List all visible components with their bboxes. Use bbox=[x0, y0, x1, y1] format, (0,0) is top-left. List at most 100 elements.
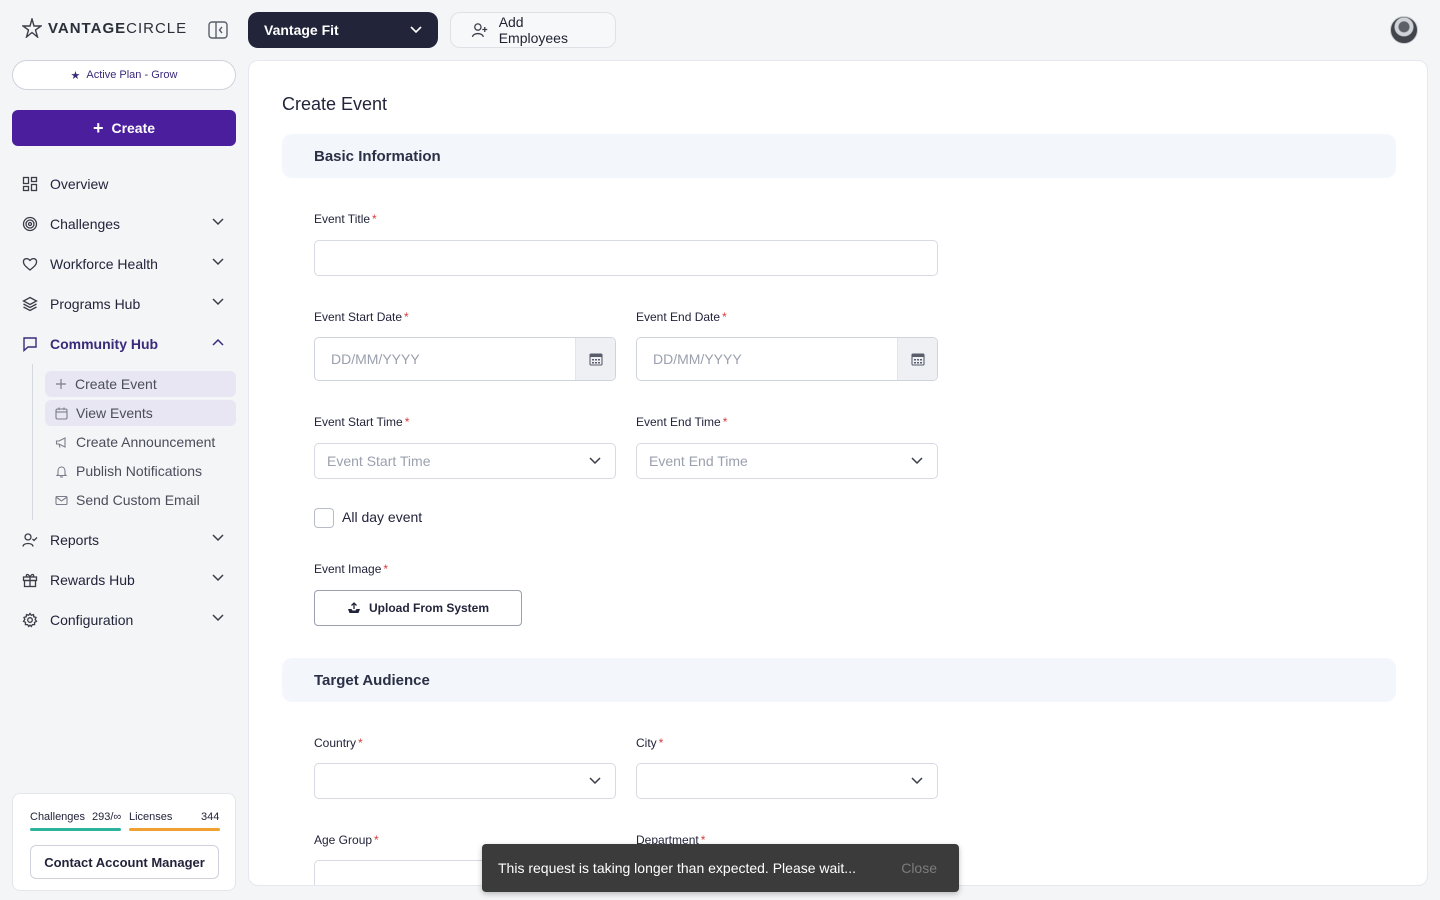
city-label: City * bbox=[636, 736, 664, 750]
start-date-placeholder: DD/MM/YYYY bbox=[331, 351, 420, 367]
event-end-time-label: Event End Time * bbox=[636, 415, 728, 429]
challenges-value: 293/∞ bbox=[92, 811, 122, 823]
calendar-icon[interactable] bbox=[897, 338, 937, 380]
submenu-label: Create Announcement bbox=[76, 434, 216, 450]
submenu-label: Publish Notifications bbox=[76, 463, 203, 479]
upload-from-system-button[interactable]: Upload From System bbox=[314, 590, 522, 626]
chevron-down-icon bbox=[212, 218, 224, 226]
sidebar-item-rewards-hub[interactable]: Rewards Hub bbox=[12, 560, 236, 600]
brand-logo[interactable]: VANTAGECIRCLE bbox=[22, 18, 187, 38]
country-label: Country * bbox=[314, 736, 363, 750]
upload-label: Upload From System bbox=[368, 601, 490, 615]
country-select[interactable] bbox=[314, 763, 616, 799]
bell-icon bbox=[55, 465, 68, 478]
create-button[interactable]: + Create bbox=[12, 110, 236, 146]
sidebar-item-overview[interactable]: Overview bbox=[12, 164, 236, 204]
heart-icon bbox=[22, 258, 38, 271]
challenges-label: Challenges bbox=[30, 811, 86, 823]
all-day-label: All day event bbox=[342, 509, 423, 525]
chevron-down-icon bbox=[589, 777, 601, 785]
chevron-down-icon bbox=[589, 457, 601, 465]
event-end-date-input[interactable]: DD/MM/YYYY bbox=[636, 337, 938, 381]
community-hub-submenu: Create Event View Events Create Announce… bbox=[32, 364, 236, 520]
chat-icon bbox=[23, 337, 37, 352]
event-title-input[interactable] bbox=[314, 240, 938, 276]
plus-icon: + bbox=[92, 118, 104, 138]
plus-icon bbox=[56, 379, 66, 389]
submenu-label: Create Event bbox=[75, 376, 157, 392]
age-group-label: Age Group * bbox=[314, 833, 379, 847]
licenses-label: Licenses bbox=[129, 811, 173, 823]
event-start-time-label: Event Start Time * bbox=[314, 415, 410, 429]
active-plan-badge[interactable]: ★ Active Plan - Grow bbox=[12, 60, 236, 90]
sidebar-item-label: Programs Hub bbox=[50, 296, 141, 312]
event-start-date-input[interactable]: DD/MM/YYYY bbox=[314, 337, 616, 381]
sidebar-item-label: Reports bbox=[50, 532, 100, 548]
product-switcher-label: Vantage Fit bbox=[264, 22, 339, 38]
calendar-icon bbox=[55, 407, 68, 420]
sidebar-item-label: Rewards Hub bbox=[50, 572, 135, 588]
gear-icon bbox=[22, 612, 38, 628]
event-start-time-select[interactable]: Event Start Time bbox=[314, 443, 616, 479]
target-icon bbox=[22, 216, 38, 232]
event-image-label: Event Image * bbox=[314, 562, 389, 576]
sidebar-item-community-hub[interactable]: Community Hub bbox=[12, 324, 236, 364]
submenu-publish-notifications[interactable]: Publish Notifications bbox=[45, 458, 236, 484]
page-title: Create Event bbox=[282, 94, 388, 114]
toast-message: This request is taking longer than expec… bbox=[498, 860, 856, 876]
sidebar-item-label: Challenges bbox=[50, 216, 121, 232]
create-label: Create bbox=[111, 120, 156, 136]
chevron-down-icon bbox=[911, 777, 923, 785]
active-plan-label: Active Plan - Grow bbox=[86, 69, 178, 81]
sidebar-item-configuration[interactable]: Configuration bbox=[12, 600, 236, 640]
main-panel: Create Event Basic Information Event Tit… bbox=[248, 60, 1428, 886]
submenu-create-announcement[interactable]: Create Announcement bbox=[45, 429, 236, 455]
sidebar-item-programs-hub[interactable]: Programs Hub bbox=[12, 284, 236, 324]
user-avatar[interactable] bbox=[1390, 16, 1418, 44]
sidebar-item-workforce-health[interactable]: Workforce Health bbox=[12, 244, 236, 284]
section-target-audience: Target Audience bbox=[282, 658, 1396, 702]
product-switcher[interactable]: Vantage Fit bbox=[248, 12, 438, 48]
calendar-icon[interactable] bbox=[575, 338, 615, 380]
section-basic-information: Basic Information bbox=[282, 134, 1396, 178]
loading-toast: This request is taking longer than expec… bbox=[482, 844, 959, 892]
submenu-create-event[interactable]: Create Event bbox=[45, 371, 236, 397]
add-user-icon bbox=[471, 23, 488, 38]
sidebar-item-reports[interactable]: Reports bbox=[12, 520, 236, 560]
sidebar-toggle-icon[interactable] bbox=[207, 20, 229, 40]
submenu-view-events[interactable]: View Events bbox=[45, 400, 236, 426]
challenges-bar bbox=[30, 828, 121, 831]
event-end-date-label: Event End Date * bbox=[636, 310, 727, 324]
end-date-placeholder: DD/MM/YYYY bbox=[653, 351, 742, 367]
licenses-value: 344 bbox=[201, 811, 220, 823]
chevron-down-icon bbox=[212, 534, 224, 542]
event-title-label: Event Title * bbox=[314, 212, 377, 226]
event-end-time-select[interactable]: Event End Time bbox=[636, 443, 938, 479]
chevron-down-icon bbox=[911, 457, 923, 465]
submenu-send-custom-email[interactable]: Send Custom Email bbox=[45, 487, 236, 513]
city-select[interactable] bbox=[636, 763, 938, 799]
end-time-placeholder: Event End Time bbox=[649, 453, 748, 469]
contact-account-manager-button[interactable]: Contact Account Manager bbox=[30, 845, 219, 879]
sidebar-item-label: Community Hub bbox=[50, 336, 159, 352]
chevron-up-icon bbox=[212, 338, 224, 346]
gift-icon bbox=[22, 573, 38, 588]
add-employees-label: Add Employees bbox=[498, 14, 568, 46]
sidebar-item-challenges[interactable]: Challenges bbox=[12, 204, 236, 244]
event-start-date-label: Event Start Date * bbox=[314, 310, 409, 324]
license-summary: Challenges 293/∞ Licenses 344 Contact Ac… bbox=[12, 793, 236, 891]
chevron-down-icon bbox=[212, 574, 224, 582]
all-day-checkbox[interactable] bbox=[314, 508, 334, 528]
user-check-icon bbox=[22, 533, 38, 547]
toast-close-button[interactable]: Close bbox=[901, 860, 937, 876]
sidebar-item-label: Configuration bbox=[50, 612, 134, 628]
chevron-down-icon bbox=[410, 26, 422, 34]
add-employees-button[interactable]: Add Employees bbox=[450, 12, 616, 48]
chevron-down-icon bbox=[212, 258, 224, 266]
mail-icon bbox=[55, 495, 68, 505]
layers-icon bbox=[22, 296, 38, 312]
submenu-label: Send Custom Email bbox=[76, 492, 200, 508]
chevron-down-icon bbox=[212, 298, 224, 306]
upload-icon bbox=[347, 602, 360, 613]
sidebar-item-label: Workforce Health bbox=[50, 256, 158, 272]
